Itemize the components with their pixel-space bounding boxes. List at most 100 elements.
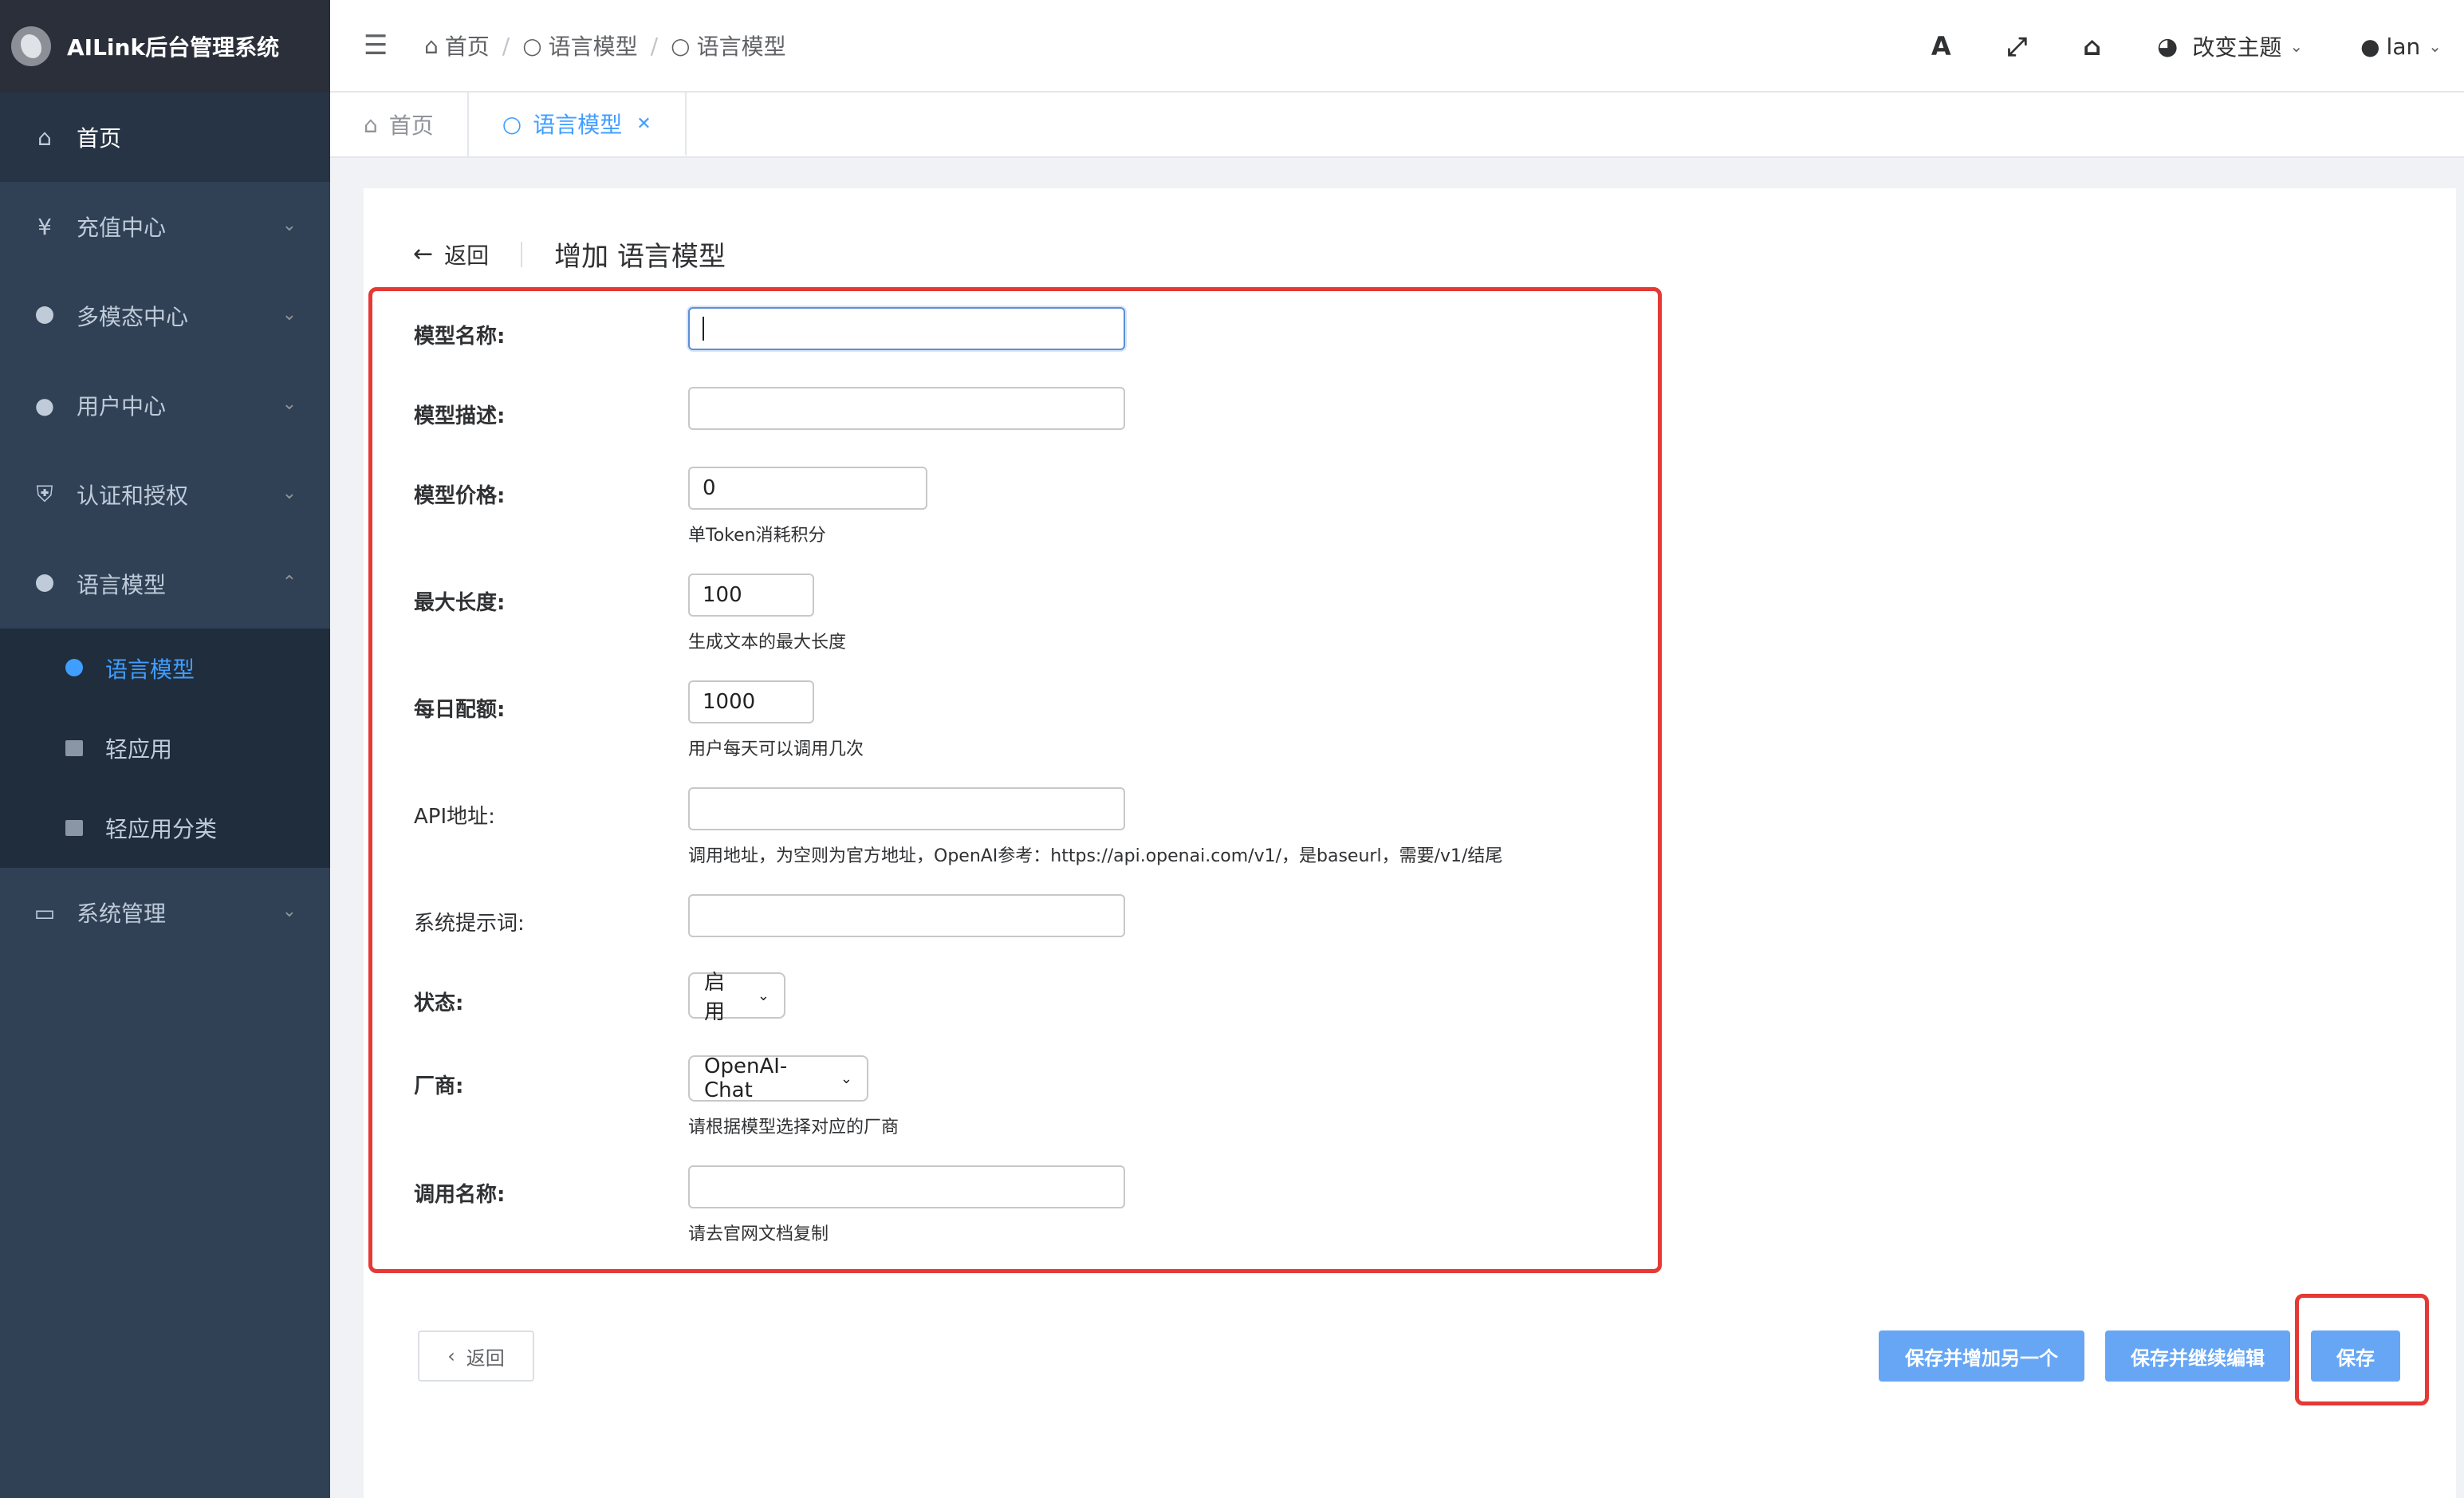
palette-icon: ◕ — [2157, 32, 2179, 61]
daily-quota-help: 用户每天可以调用几次 — [688, 739, 864, 759]
tab-label: 语言模型 — [533, 112, 623, 138]
app-logo-bar[interactable]: AILink后台管理系统 — [0, 0, 330, 93]
language-model-submenu: 语言模型 轻应用 轻应用分类 — [0, 629, 330, 868]
header-back-label: 返回 — [444, 242, 490, 269]
breadcrumb-item-home[interactable]: 首页 — [445, 30, 490, 61]
sidebar-item-users[interactable]: ● 用户中心 ⌄ — [0, 361, 330, 450]
chevron-up-icon: ⌃ — [281, 573, 297, 593]
back-button-label: 返回 — [466, 1346, 505, 1370]
image-icon — [62, 815, 86, 842]
user-menu[interactable]: ● lan ⌄ — [2360, 34, 2442, 60]
save-highlight-box — [2295, 1294, 2429, 1405]
sidebar-item-auth[interactable]: ⛨ 认证和授权 ⌄ — [0, 450, 330, 539]
back-button[interactable]: ‹ 返回 — [418, 1330, 534, 1382]
circle-outline-icon: ○ — [522, 32, 542, 59]
fullscreen-icon[interactable]: ⤢ — [2007, 31, 2028, 62]
sidebar-item-label: 语言模型 — [77, 572, 167, 598]
sidebar-item-language-model[interactable]: 语言模型 ⌃ — [0, 539, 330, 629]
sidebar-item-system[interactable]: ▭ 系统管理 ⌄ — [0, 868, 330, 957]
sidebar-item-label: 系统管理 — [77, 901, 167, 927]
submenu-item-label: 语言模型 — [105, 656, 195, 683]
daily-quota-input[interactable]: 1000 — [688, 680, 814, 723]
status-select[interactable]: 启用 ⌄ — [688, 971, 785, 1024]
chevron-down-icon: ⌄ — [281, 901, 297, 921]
breadcrumb-separator: / — [502, 32, 510, 59]
call-name-input[interactable] — [688, 1165, 1125, 1208]
tab-home[interactable]: ⌂ 首页 — [330, 93, 469, 156]
circle-icon — [62, 656, 86, 682]
max-length-label: 最大长度: — [414, 591, 506, 615]
user-name: lan — [2386, 33, 2421, 60]
chevron-down-icon: ⌄ — [281, 305, 297, 325]
navbar-right: A ⤢ ⌂ ◕ 改变主题 ⌄ ● lan ⌄ — [1931, 0, 2464, 93]
shield-icon: ⛨ — [36, 481, 53, 507]
model-name-input[interactable] — [688, 307, 1125, 350]
page-title: 增加 语言模型 — [554, 241, 726, 273]
max-length-help: 生成文本的最大长度 — [688, 633, 847, 652]
chevron-down-icon: ⌄ — [2428, 37, 2442, 56]
user-icon: ● — [34, 392, 55, 419]
tab-label: 首页 — [388, 112, 434, 139]
chevron-left-icon: ‹ — [447, 1345, 455, 1367]
vendor-value: OpenAI-Chat — [704, 1055, 788, 1102]
circle-outline-icon: ○ — [671, 32, 691, 59]
font-size-icon[interactable]: A — [1931, 31, 1951, 61]
status-label: 状态: — [414, 991, 464, 1015]
model-price-input[interactable]: 0 — [688, 467, 927, 510]
app-title: AILink后台管理系统 — [67, 34, 280, 61]
chevron-down-icon: ⌄ — [281, 215, 297, 235]
breadcrumb-separator: / — [650, 32, 659, 59]
tags-view: ⌂ 首页 ○ 语言模型 ✕ — [330, 93, 2464, 158]
monitor-icon: ▭ — [33, 899, 56, 926]
sidebar-item-multimodal[interactable]: 多模态中心 ⌄ — [0, 271, 330, 361]
breadcrumb-item-language-model[interactable]: 语言模型 — [549, 30, 638, 61]
main-card: ← 返回 增加 语言模型 模型名称: 模型描述: 模型价格: 0 单Token消… — [364, 188, 2456, 1498]
model-name-label: 模型名称: — [414, 325, 506, 349]
tab-language-model[interactable]: ○ 语言模型 ✕ — [468, 93, 687, 156]
model-desc-input[interactable] — [688, 387, 1125, 430]
sidebar-item-label: 认证和授权 — [77, 483, 189, 509]
breadcrumb: ⌂ 首页 / ○ 语言模型 / ○ 语言模型 — [424, 30, 786, 61]
circle-outline-icon: ○ — [502, 110, 522, 137]
image-icon — [62, 735, 86, 762]
submenu-item-light-app-category[interactable]: 轻应用分类 — [0, 788, 330, 868]
submenu-item-language-model[interactable]: 语言模型 — [0, 629, 330, 708]
close-icon[interactable]: ✕ — [636, 114, 651, 134]
header-back-link[interactable]: ← 返回 — [413, 238, 489, 270]
home-icon[interactable]: ⌂ — [2083, 31, 2101, 61]
text-cursor — [703, 317, 704, 341]
status-value: 启用 — [704, 971, 726, 1024]
api-url-input[interactable] — [688, 787, 1125, 830]
sidebar-item-label: 多模态中心 — [77, 304, 189, 330]
logo-icon — [11, 26, 51, 66]
system-prompt-label: 系统提示词: — [414, 912, 525, 936]
sidebar-item-label: 充值中心 — [77, 215, 167, 241]
vendor-help: 请根据模型选择对应的厂商 — [688, 1118, 899, 1137]
save-and-continue-button[interactable]: 保存并继续编辑 — [2105, 1330, 2290, 1382]
model-price-help: 单Token消耗积分 — [688, 526, 826, 546]
save-and-add-another-button[interactable]: 保存并增加另一个 — [1879, 1330, 2084, 1382]
submenu-item-light-app[interactable]: 轻应用 — [0, 708, 330, 788]
sidebar-item-label: 首页 — [77, 125, 122, 152]
call-name-label: 调用名称: — [414, 1183, 506, 1207]
model-price-label: 模型价格: — [414, 484, 506, 508]
page-header: ← 返回 增加 语言模型 — [413, 235, 726, 274]
vendor-select[interactable]: OpenAI-Chat ⌄ — [688, 1055, 868, 1102]
chevron-down-icon: ⌄ — [281, 483, 297, 503]
user-icon: ● — [2360, 33, 2380, 60]
breadcrumb-item-current: 语言模型 — [696, 34, 786, 60]
home-icon: ⌂ — [364, 111, 378, 138]
sidebar-item-recharge[interactable]: ¥ 充值中心 ⌄ — [0, 182, 330, 271]
chevron-down-icon: ⌄ — [757, 987, 770, 1004]
circle-icon — [30, 571, 59, 597]
theme-switcher[interactable]: ◕ 改变主题 ⌄ — [2157, 30, 2303, 62]
api-url-help: 调用地址，为空则为官方地址，OpenAI参考：https://api.opena… — [688, 846, 1503, 866]
sidebar-item-home[interactable]: ⌂ 首页 — [0, 93, 330, 182]
vendor-label: 厂商: — [414, 1074, 464, 1098]
yen-icon: ¥ — [37, 213, 52, 240]
system-prompt-input[interactable] — [688, 894, 1125, 937]
daily-quota-label: 每日配额: — [414, 698, 506, 722]
sidebar: AILink后台管理系统 ⌂ 首页 ¥ 充值中心 ⌄ 多模态中心 ⌄ ● 用户中… — [0, 0, 330, 1498]
max-length-input[interactable]: 100 — [688, 574, 814, 617]
hamburger-icon[interactable]: ☰ — [364, 30, 396, 61]
